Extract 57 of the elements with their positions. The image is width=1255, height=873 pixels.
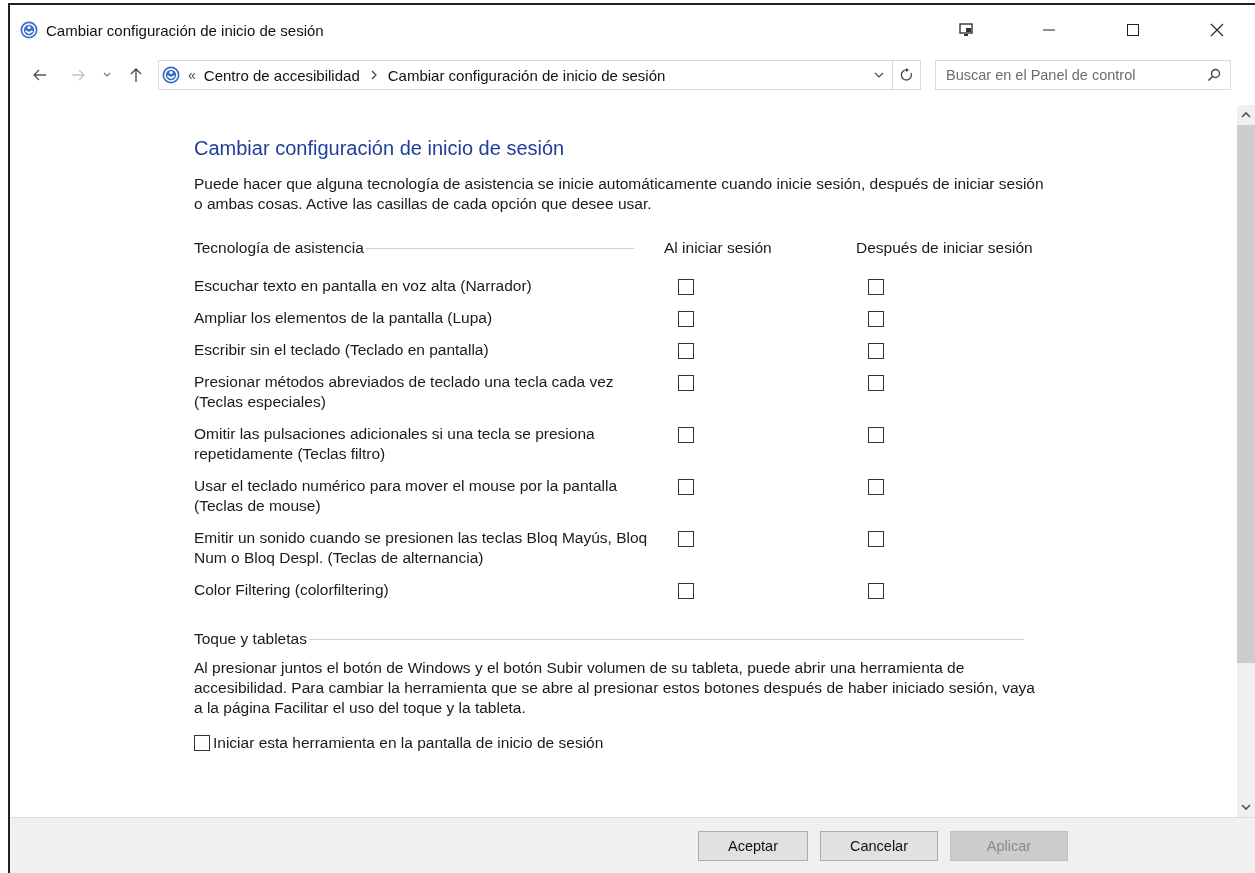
breadcrumb[interactable]: Cambiar configuración de inicio de sesión [387, 66, 666, 84]
breadcrumb[interactable]: Centro de accesibilidad [203, 66, 360, 84]
column-header: Después de iniciar sesión [856, 239, 1033, 257]
option-label: Usar el teclado numérico para mover el mouse por la pantalla (Teclas de mouse) [194, 476, 619, 516]
option-label: Color Filtering (colorfiltering) [194, 580, 390, 600]
app-icon [162, 66, 180, 84]
scrollbar-thumb[interactable] [1237, 125, 1255, 663]
window-title: Cambiar configuración de inicio de sesión [46, 21, 324, 39]
page-heading: Cambiar configuración de inicio de sesión [194, 137, 566, 160]
intro-text: Puede hacer que alguna tecnología de asistencia se inicie automáticamente cuando inicie sesión, después de iniciar sesión o ambas cosas. Active las casillas de cada opción que desee usar. [194, 174, 1044, 214]
chevron-right-icon [369, 70, 378, 80]
scrollbar[interactable] [1237, 105, 1255, 817]
option-label: Ampliar los elementos de la pantalla (Lupa) [194, 308, 494, 328]
option-label: Presionar métodos abreviados de teclado una tecla cada vez (Teclas especiales) [194, 372, 615, 412]
checkbox[interactable] [868, 478, 884, 495]
dialog-button[interactable]: Cancelar [820, 830, 938, 861]
close-icon[interactable] [1209, 22, 1225, 38]
checkbox[interactable] [194, 735, 210, 751]
checkbox-label[interactable]: Iniciar esta herramienta en la pantalla de inicio de sesión [213, 734, 604, 752]
scroll-up-icon[interactable] [1241, 111, 1251, 119]
checkbox[interactable] [678, 374, 694, 391]
option-label: Omitir las pulsaciones adicionales si una tecla se presiona repetidamente (Teclas filtro) [194, 424, 596, 464]
chevron-down-icon[interactable] [874, 70, 884, 80]
checkbox[interactable] [868, 582, 884, 599]
checkbox[interactable] [868, 310, 884, 327]
search-field[interactable]: Buscar en el Panel de control [935, 60, 1231, 90]
checkbox[interactable] [678, 582, 694, 599]
monitor-icon[interactable] [959, 23, 973, 37]
checkbox[interactable] [678, 342, 694, 359]
app-icon [20, 21, 38, 39]
checkbox[interactable] [868, 278, 884, 295]
touch-description: Al presionar juntos el botón de Windows y el botón Subir volumen de su tableta, puede abrir una herramienta de accesibilidad. Para cambiar la herramienta que se abre al presionar estos botones después de haber iniciado sesión, vaya a la página Facilitar el uso del toque y la tableta. [194, 658, 1036, 718]
up-arrow-icon[interactable] [128, 67, 144, 83]
scroll-down-icon[interactable] [1241, 803, 1251, 811]
checkbox[interactable] [868, 530, 884, 547]
checkbox[interactable] [868, 426, 884, 443]
address-bar[interactable]: « Centro de accesibilidad Cambiar configuración de inicio de sesión [158, 60, 893, 90]
checkbox[interactable] [868, 374, 884, 391]
checkbox[interactable] [678, 426, 694, 443]
checkbox[interactable] [678, 278, 694, 295]
checkbox[interactable] [678, 310, 694, 327]
checkbox[interactable] [868, 342, 884, 359]
back-arrow-icon[interactable] [32, 67, 48, 83]
column-header: Al iniciar sesión [664, 239, 773, 257]
search-icon[interactable] [1207, 68, 1221, 82]
refresh-icon [899, 68, 914, 82]
column-header: Tecnología de asistencia [194, 239, 364, 257]
refresh-button[interactable] [893, 60, 921, 90]
overflow-chevron[interactable]: « [188, 67, 196, 83]
checkbox[interactable] [678, 478, 694, 495]
option-label: Escribir sin el teclado (Teclado en pantalla) [194, 340, 490, 360]
section-header: Toque y tabletas [194, 630, 307, 648]
dialog-button[interactable]: Aceptar [698, 830, 808, 861]
maximize-icon[interactable] [1125, 22, 1141, 38]
option-label: Escuchar texto en pantalla en voz alta (Narrador) [194, 276, 533, 296]
checkbox[interactable] [678, 530, 694, 547]
option-label: Emitir un sonido cuando se presionen las teclas Bloq Mayús, Bloq Num o Bloq Despl. (Teclas de alternancia) [194, 528, 649, 568]
